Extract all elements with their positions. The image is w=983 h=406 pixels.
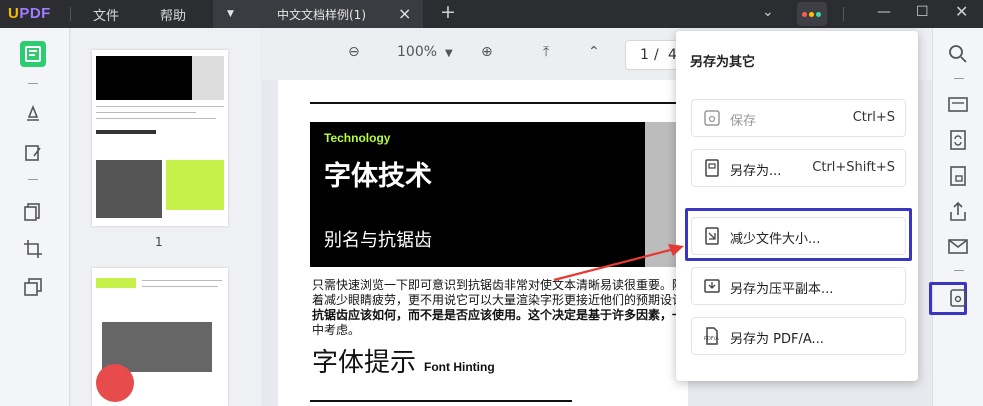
protect-icon[interactable] (946, 164, 970, 188)
reader-mode-button[interactable] (20, 41, 46, 67)
save-icon (702, 108, 722, 128)
close-tab-icon[interactable]: × (398, 4, 411, 23)
first-page-icon[interactable]: ⤒ (543, 44, 549, 60)
organize-pages-icon[interactable] (22, 200, 44, 222)
pdfa-icon: PDF/A (702, 326, 722, 346)
maximize-icon[interactable]: ☐ (916, 4, 929, 20)
page-thumbnail[interactable] (92, 50, 228, 226)
tech-label: Technology (324, 131, 391, 145)
divider (843, 7, 844, 21)
share-icon[interactable] (946, 200, 970, 224)
zoom-in-icon[interactable]: ⊕ (481, 44, 493, 60)
title-bar: UPDF 文件 帮助 ▼ 中文文档样例(1) × + ⌄ — ☐ ✕ (0, 0, 983, 28)
left-toolbar (0, 28, 70, 406)
edit-text-icon[interactable] (22, 142, 44, 164)
flatten-icon (702, 276, 722, 296)
chevron-down-icon[interactable]: ⌄ (762, 4, 774, 20)
email-icon[interactable] (946, 234, 970, 258)
page-thumbnail[interactable] (92, 268, 228, 406)
save-pdfa-menu-item[interactable]: PDF/A 另存为 PDF/A... (691, 317, 906, 355)
previous-page-icon[interactable]: ⌃ (588, 44, 600, 60)
annotation-arrow (553, 244, 684, 282)
convert-icon[interactable] (946, 128, 970, 152)
crop-icon[interactable] (22, 238, 44, 260)
tab-dropdown-icon[interactable]: ▼ (227, 9, 234, 19)
account-icon[interactable] (797, 2, 827, 26)
ocr-icon[interactable] (946, 92, 970, 116)
save-flattened-menu-item[interactable]: 另存为压平副本... (691, 267, 906, 305)
menu-file[interactable]: 文件 (93, 5, 119, 24)
page-number: 1 (155, 235, 163, 249)
menu-help[interactable]: 帮助 (160, 5, 186, 24)
divider (28, 179, 38, 180)
save-as-menu-item[interactable]: 另存为... Ctrl+Shift+S (691, 149, 906, 187)
body-paragraph: 只需快速浏览一下即可意识到抗锯齿非常对使文本清晰易读很重要。随 着减少眼睛疲劳，… (312, 278, 685, 337)
doc-subtitle: 别名与抗锯齿 (324, 230, 432, 251)
divider (954, 78, 964, 79)
save-as-other-icon[interactable] (946, 286, 970, 310)
zoom-level[interactable]: 100% (397, 44, 437, 60)
thumbnail-panel: 1 (71, 28, 261, 406)
divider (954, 270, 964, 271)
save-as-other-popup: 另存为其它 保存 Ctrl+S 另存为... Ctrl+Shift+S 减少文件… (676, 31, 918, 381)
bottom-rule (310, 400, 572, 402)
minimize-icon[interactable]: — (877, 4, 891, 20)
search-icon[interactable] (946, 42, 970, 66)
divider (70, 7, 71, 21)
svg-text:PDF/A: PDF/A (704, 336, 719, 342)
save-menu-item[interactable]: 保存 Ctrl+S (691, 99, 906, 137)
document-tab[interactable]: ▼ 中文文档样例(1) × (213, 0, 423, 28)
popup-title: 另存为其它 (690, 55, 756, 70)
section-heading: 字体提示 Font Hinting (312, 348, 495, 378)
new-tab-icon[interactable]: + (440, 1, 456, 23)
divider (28, 83, 38, 84)
zoom-out-icon[interactable]: ⊖ (348, 44, 360, 60)
right-toolbar (929, 28, 983, 406)
zoom-dropdown-icon[interactable]: ▼ (445, 48, 453, 59)
tab-title: 中文文档样例(1) (277, 8, 366, 22)
reduce-size-highlight (685, 208, 912, 261)
close-window-icon[interactable]: ✕ (955, 2, 968, 21)
app-logo: UPDF (8, 5, 51, 22)
save-as-icon (702, 158, 722, 178)
layers-icon[interactable] (22, 276, 44, 298)
highlighter-icon[interactable] (22, 102, 44, 124)
header-rule (310, 102, 690, 104)
doc-title: 字体技术 (324, 161, 432, 192)
